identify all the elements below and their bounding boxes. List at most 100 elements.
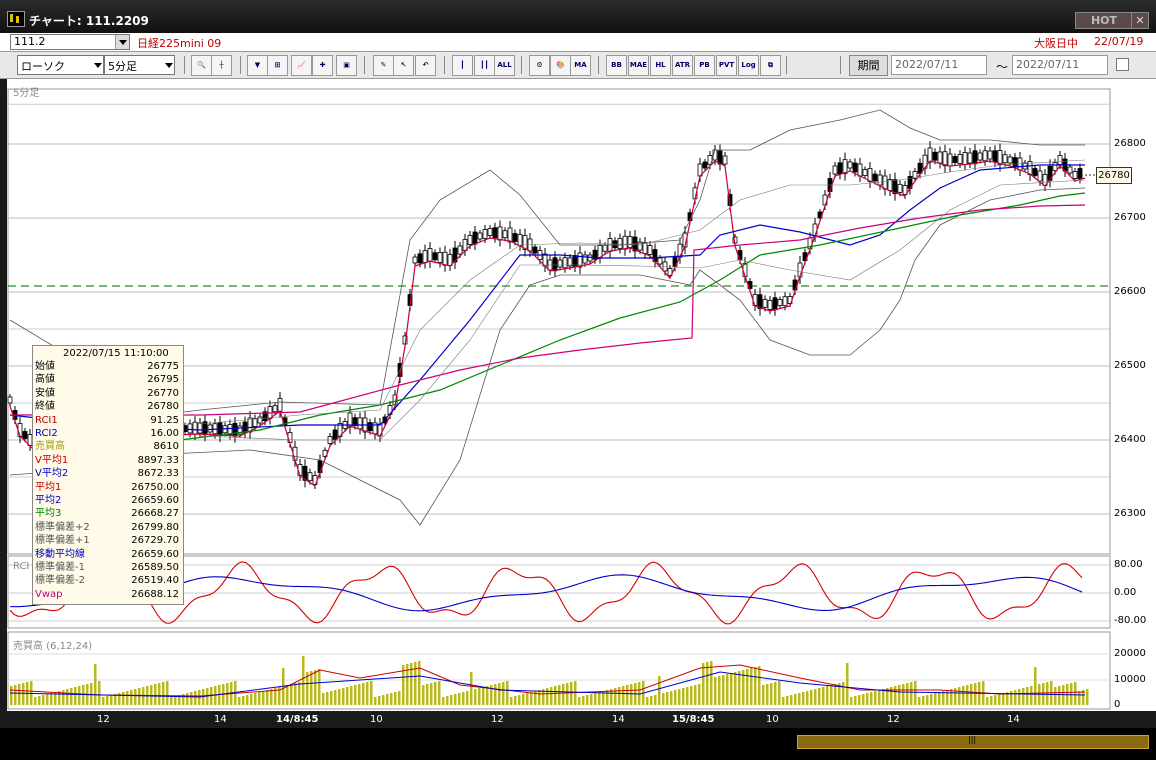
lock-icon[interactable]: ▣ bbox=[336, 55, 357, 76]
volume-bar bbox=[986, 697, 989, 705]
volume-bar bbox=[654, 695, 657, 705]
price-axis-label: 26300 bbox=[1114, 508, 1146, 519]
candle-body bbox=[1067, 166, 1073, 174]
volume-bar bbox=[1018, 689, 1021, 705]
volume-bar bbox=[154, 684, 157, 705]
zoom-icon[interactable]: 🔍 bbox=[191, 55, 212, 76]
chevron-down-icon[interactable] bbox=[115, 35, 129, 49]
log-icon[interactable]: Log bbox=[738, 55, 759, 76]
candle-body bbox=[257, 416, 263, 424]
volume-bar bbox=[1078, 691, 1081, 705]
arrow-cursor-icon[interactable]: ↖ bbox=[393, 55, 414, 76]
date-from-value: 2022/07/11 bbox=[895, 58, 959, 71]
range-icon[interactable]: ⊞ bbox=[267, 55, 288, 76]
close-button[interactable]: ✕ bbox=[1131, 12, 1149, 29]
info-row: 平均2 26659.60 bbox=[35, 494, 181, 507]
volume-bar bbox=[714, 677, 717, 705]
pvt-icon[interactable]: PVT bbox=[716, 55, 737, 76]
volume-bar bbox=[1014, 690, 1017, 705]
candle-body bbox=[702, 161, 708, 169]
volume-bar bbox=[734, 672, 737, 705]
ma-icon[interactable]: MA bbox=[570, 55, 591, 76]
atr-icon[interactable]: ATR bbox=[672, 55, 693, 76]
volume-bar bbox=[302, 656, 305, 705]
candle-body bbox=[192, 421, 198, 435]
volume-bar bbox=[122, 692, 125, 705]
volume-bar bbox=[898, 685, 901, 705]
volume-bar bbox=[286, 685, 289, 705]
mae-icon[interactable]: MAE bbox=[628, 55, 649, 76]
volume-bar bbox=[754, 667, 757, 705]
candle-body bbox=[367, 422, 373, 432]
chevron-down-icon[interactable] bbox=[162, 56, 174, 74]
window-icon[interactable]: ⧉ bbox=[760, 55, 781, 76]
info-value: 26750.00 bbox=[131, 481, 179, 493]
volume-bar bbox=[674, 690, 677, 705]
info-value: 26589.50 bbox=[131, 562, 179, 573]
pen-icon[interactable]: ✎ bbox=[373, 55, 394, 76]
color-icon[interactable]: 🎨 bbox=[550, 55, 571, 76]
rci-axis-label: 0.00 bbox=[1114, 587, 1137, 598]
range-checkbox[interactable] bbox=[1116, 58, 1129, 71]
candle-body bbox=[272, 405, 278, 413]
info-row: 終値 26780 bbox=[35, 400, 181, 413]
date-to-field[interactable]: 2022/07/11 bbox=[1012, 55, 1108, 75]
volume-bar bbox=[458, 693, 461, 705]
info-label: 安値 bbox=[35, 387, 55, 399]
symbol-select[interactable]: 111.2 bbox=[10, 34, 130, 50]
info-label: 標準偏差-1 bbox=[35, 562, 85, 573]
curve-icon[interactable]: ↶ bbox=[415, 55, 436, 76]
candle-body bbox=[22, 431, 28, 439]
cross-compare-icon[interactable]: ✚ bbox=[312, 55, 333, 76]
pb-icon[interactable]: PB bbox=[694, 55, 715, 76]
volume-bar bbox=[350, 686, 353, 705]
chevron-down-icon[interactable] bbox=[91, 56, 103, 74]
candle-body bbox=[867, 168, 873, 182]
all-icon[interactable]: ALL bbox=[494, 55, 515, 76]
volume-bar bbox=[38, 696, 41, 705]
candle-body bbox=[587, 254, 593, 262]
volume-bar bbox=[94, 664, 97, 705]
info-label: 売買高 bbox=[35, 441, 65, 453]
hl-icon[interactable]: HL bbox=[650, 55, 671, 76]
volume-bar bbox=[566, 683, 569, 705]
volume-bar bbox=[1030, 686, 1033, 705]
price-axis-label: 26700 bbox=[1114, 212, 1146, 223]
volume-bar bbox=[622, 686, 625, 705]
scroll-thumb[interactable] bbox=[797, 735, 1149, 749]
multi-candle-icon[interactable]: ┃┃ bbox=[474, 55, 495, 76]
candle-body bbox=[412, 256, 418, 264]
candle-body bbox=[622, 235, 628, 250]
volume-bar bbox=[134, 689, 137, 705]
period-button[interactable]: 期間 bbox=[849, 55, 888, 76]
volume-bar bbox=[1074, 682, 1077, 705]
settings-icon[interactable]: ⚙ bbox=[529, 55, 550, 76]
mark-down-icon[interactable]: ▼ bbox=[247, 55, 268, 76]
date-from-field[interactable]: 2022/07/11 bbox=[891, 55, 987, 75]
volume-bar bbox=[650, 696, 653, 705]
chart-type-select[interactable]: ローソク bbox=[17, 55, 104, 75]
trend-icon[interactable]: 📈 bbox=[291, 55, 312, 76]
last-price-tag: 26780 bbox=[1096, 167, 1132, 184]
volume-bar bbox=[170, 697, 173, 705]
candle-body bbox=[602, 244, 608, 252]
crosshair-icon[interactable]: ┼ bbox=[211, 55, 232, 76]
candle-body bbox=[717, 150, 723, 165]
bb-icon[interactable]: BB bbox=[606, 55, 627, 76]
info-label: 標準偏差+1 bbox=[35, 535, 90, 547]
volume-bar bbox=[582, 696, 585, 705]
volume-bar bbox=[670, 691, 673, 705]
volume-bar bbox=[42, 695, 45, 705]
time-axis-label: 10 bbox=[370, 714, 383, 725]
candle-body bbox=[767, 300, 773, 310]
info-row: V平均2 8672.33 bbox=[35, 467, 181, 480]
candle-body bbox=[1032, 168, 1038, 176]
volume-bar bbox=[822, 687, 825, 705]
volume-bar bbox=[910, 682, 913, 705]
volume-bar bbox=[870, 692, 873, 705]
candle-icon[interactable]: ┃ bbox=[452, 55, 473, 76]
hot-button[interactable]: HOT bbox=[1075, 12, 1133, 29]
interval-select[interactable]: 5分足 bbox=[104, 55, 175, 75]
info-label: V平均2 bbox=[35, 468, 69, 480]
volume-bar bbox=[398, 691, 401, 705]
